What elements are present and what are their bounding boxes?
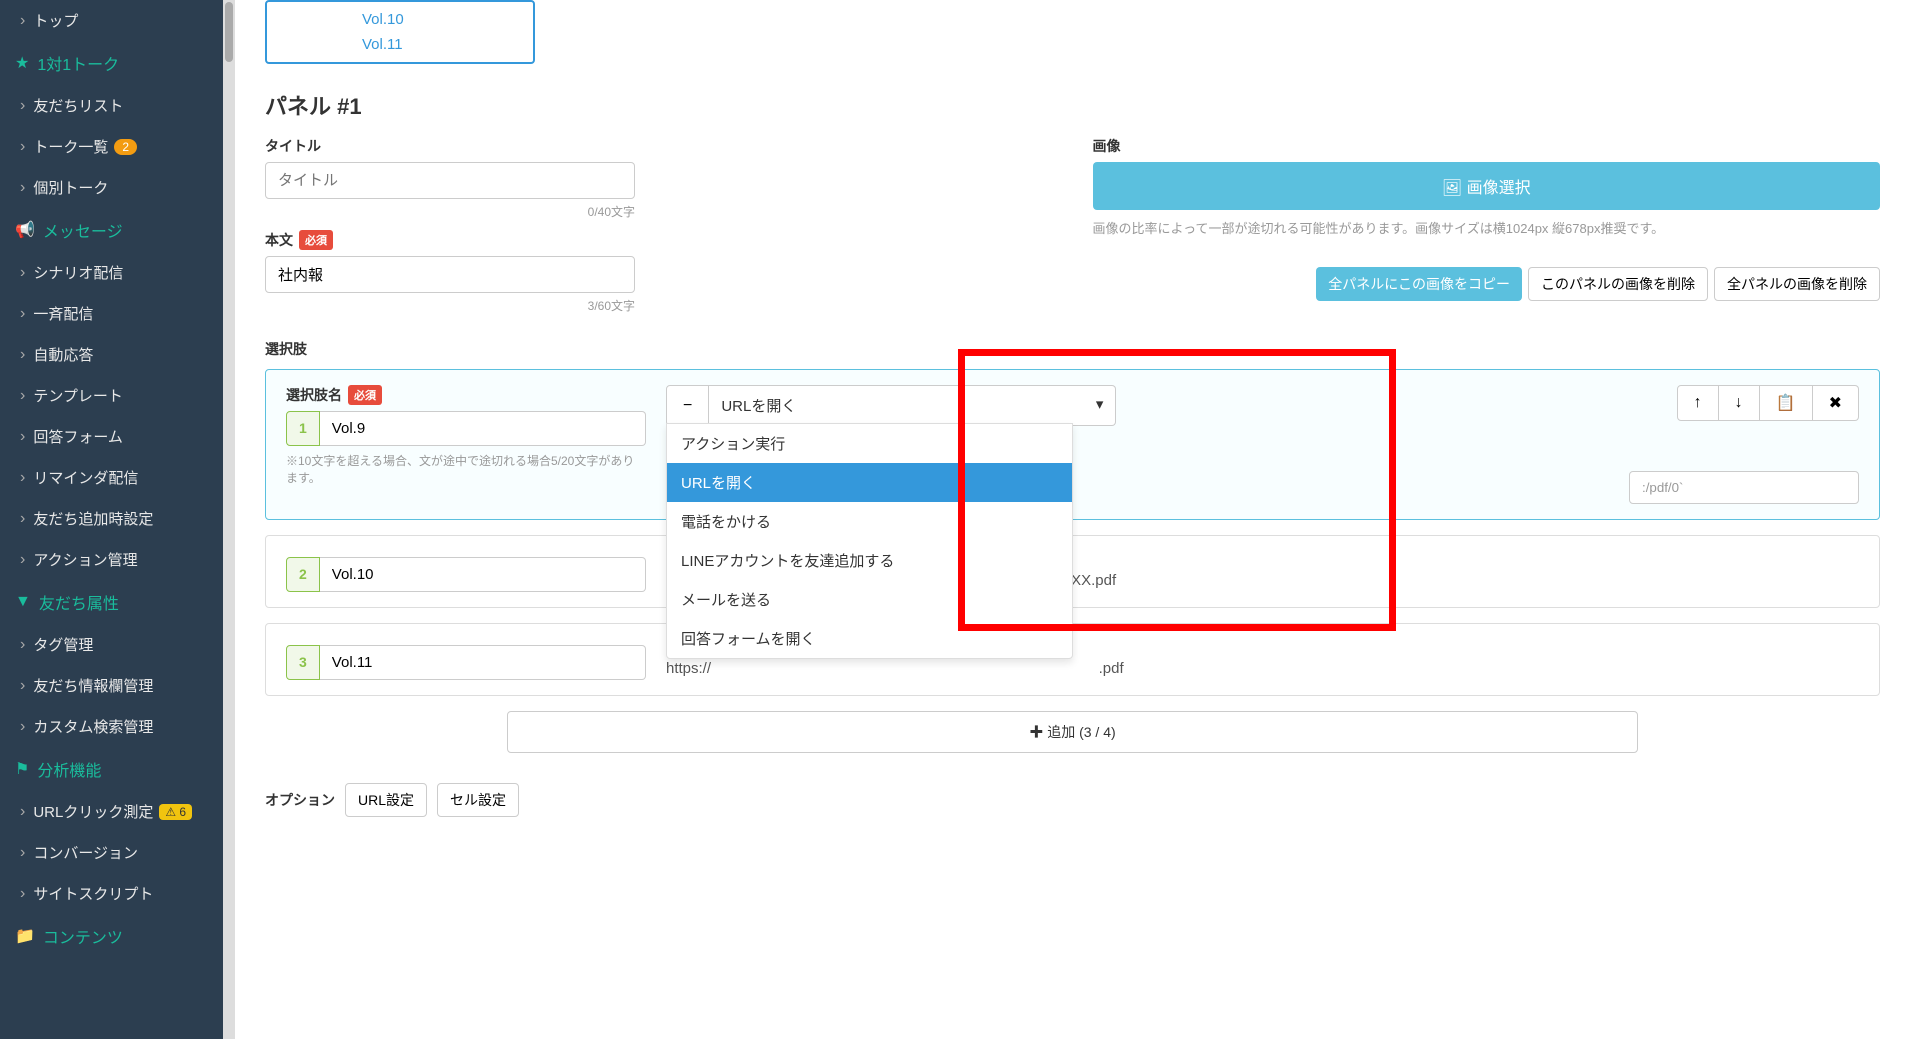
choice-name-input[interactable] (320, 411, 646, 446)
sidebar-item-broadcast[interactable]: 一斉配信 (0, 293, 235, 334)
action-type-dropdown[interactable]: URLを開く ▾ (709, 385, 1116, 426)
sidebar-item-top[interactable]: トップ (0, 0, 235, 41)
image-icon: 🖼 (1442, 180, 1462, 197)
url-click-badge: ⚠ 6 (159, 804, 192, 820)
sidebar-scrollbar[interactable] (223, 0, 235, 1039)
copy-all-panels-button[interactable]: 全パネルにこの画像をコピー (1316, 267, 1522, 301)
sidebar-item-tag-mgmt[interactable]: タグ管理 (0, 624, 235, 665)
sidebar-section-message[interactable]: 📢メッセージ (0, 208, 235, 252)
image-select-button[interactable]: 🖼 画像選択 (1093, 162, 1881, 210)
preview-item[interactable]: Vol.11 (267, 32, 533, 57)
choice-number: 3 (286, 645, 320, 680)
cell-settings-button[interactable]: セル設定 (437, 783, 519, 817)
url-text: https:// .pdf (666, 660, 1859, 677)
choice-note: ※10文字を超える場合、文が途中で途切れる場合5/20文字があります。 (286, 452, 646, 486)
action-dropdown-menu: アクション実行 URLを開く 電話をかける LINEアカウントを友達追加する メ… (666, 423, 1073, 659)
sidebar-section-one-to-one[interactable]: ★1対1トーク (0, 41, 235, 85)
megaphone-icon: 📢 (15, 220, 35, 240)
title-input[interactable] (265, 162, 635, 199)
folder-icon: 📁 (15, 926, 35, 946)
sidebar-item-friend-add-settings[interactable]: 友だち追加時設定 (0, 498, 235, 539)
title-label: タイトル (265, 136, 1053, 156)
delete-all-panels-image-button[interactable]: 全パネルの画像を削除 (1714, 267, 1880, 301)
body-counter: 3/60文字 (265, 297, 635, 314)
body-label: 本文必須 (265, 230, 1053, 250)
dropdown-option-line[interactable]: LINEアカウントを友達追加する (667, 541, 1072, 580)
choice-name-input[interactable] (320, 557, 646, 592)
sidebar-item-auto-reply[interactable]: 自動応答 (0, 334, 235, 375)
title-counter: 0/40文字 (265, 203, 635, 220)
sidebar: トップ ★1対1トーク 友だちリスト トーク一覧2 個別トーク 📢メッセージ シ… (0, 0, 235, 1039)
sidebar-item-answer-form[interactable]: 回答フォーム (0, 416, 235, 457)
flag-icon: ⚑ (15, 759, 29, 779)
choice-name-input[interactable] (320, 645, 646, 680)
sidebar-section-contents[interactable]: 📁コンテンツ (0, 914, 235, 958)
choices-section-label: 選択肢 (265, 339, 1880, 359)
add-choice-button[interactable]: ✚ 追加 (3 / 4) (507, 711, 1638, 753)
sidebar-section-analytics[interactable]: ⚑分析機能 (0, 747, 235, 791)
image-note: 画像の比率によって一部が途切れる可能性があります。画像サイズは横1024px 縦… (1093, 218, 1881, 237)
sidebar-item-friend-info-mgmt[interactable]: 友だち情報欄管理 (0, 665, 235, 706)
delete-this-panel-image-button[interactable]: このパネルの画像を削除 (1528, 267, 1708, 301)
sidebar-item-site-script[interactable]: サイトスクリプト (0, 873, 235, 914)
talk-list-badge: 2 (114, 139, 137, 155)
sidebar-item-individual-talk[interactable]: 個別トーク (0, 167, 235, 208)
plus-icon: ✚ (1029, 724, 1043, 740)
filter-icon: ▼ (15, 593, 31, 611)
sidebar-item-custom-search[interactable]: カスタム検索管理 (0, 706, 235, 747)
image-label: 画像 (1093, 136, 1881, 156)
minus-button[interactable]: − (666, 385, 709, 426)
sidebar-item-scenario[interactable]: シナリオ配信 (0, 252, 235, 293)
dropdown-option-form[interactable]: 回答フォームを開く (667, 619, 1072, 658)
sidebar-item-action-mgmt[interactable]: アクション管理 (0, 539, 235, 580)
chevron-down-icon: ▾ (1096, 395, 1104, 416)
star-icon: ★ (15, 53, 29, 73)
dropdown-option-url[interactable]: URLを開く (667, 463, 1072, 502)
dropdown-option-mail[interactable]: メールを送る (667, 580, 1072, 619)
sidebar-item-talk-list[interactable]: トーク一覧2 (0, 126, 235, 167)
choice-box-1: ↑ ↓ 📋 ✖ 選択肢名必須 1 ※10文字を超える場合、文が途中で途切れる場合… (265, 369, 1880, 520)
panel-title: パネル #1 (265, 89, 1880, 121)
choice-name-label: 選択肢名必須 (286, 385, 646, 405)
sidebar-item-reminder[interactable]: リマインダ配信 (0, 457, 235, 498)
choice-number: 1 (286, 411, 320, 446)
sidebar-item-url-click[interactable]: URLクリック測定⚠ 6 (0, 791, 235, 832)
preview-item[interactable]: Vol.10 (267, 7, 533, 32)
url-input[interactable] (1629, 471, 1859, 504)
dropdown-option-action[interactable]: アクション実行 (667, 424, 1072, 463)
panel-preview: Vol.10 Vol.11 (265, 0, 535, 64)
sidebar-item-template[interactable]: テンプレート (0, 375, 235, 416)
url-settings-button[interactable]: URL設定 (345, 783, 427, 817)
sidebar-item-friend-list[interactable]: 友だちリスト (0, 85, 235, 126)
choice-number: 2 (286, 557, 320, 592)
body-input[interactable] (265, 256, 635, 293)
required-badge: 必須 (348, 385, 382, 405)
dropdown-option-phone[interactable]: 電話をかける (667, 502, 1072, 541)
sidebar-item-conversion[interactable]: コンバージョン (0, 832, 235, 873)
required-badge: 必須 (299, 230, 333, 250)
options-label: オプション (265, 790, 335, 810)
main-content: Vol.10 Vol.11 パネル #1 タイトル 0/40文字 本文必須 3/… (235, 0, 1910, 1039)
sidebar-section-friend-attr[interactable]: ▼友だち属性 (0, 580, 235, 624)
